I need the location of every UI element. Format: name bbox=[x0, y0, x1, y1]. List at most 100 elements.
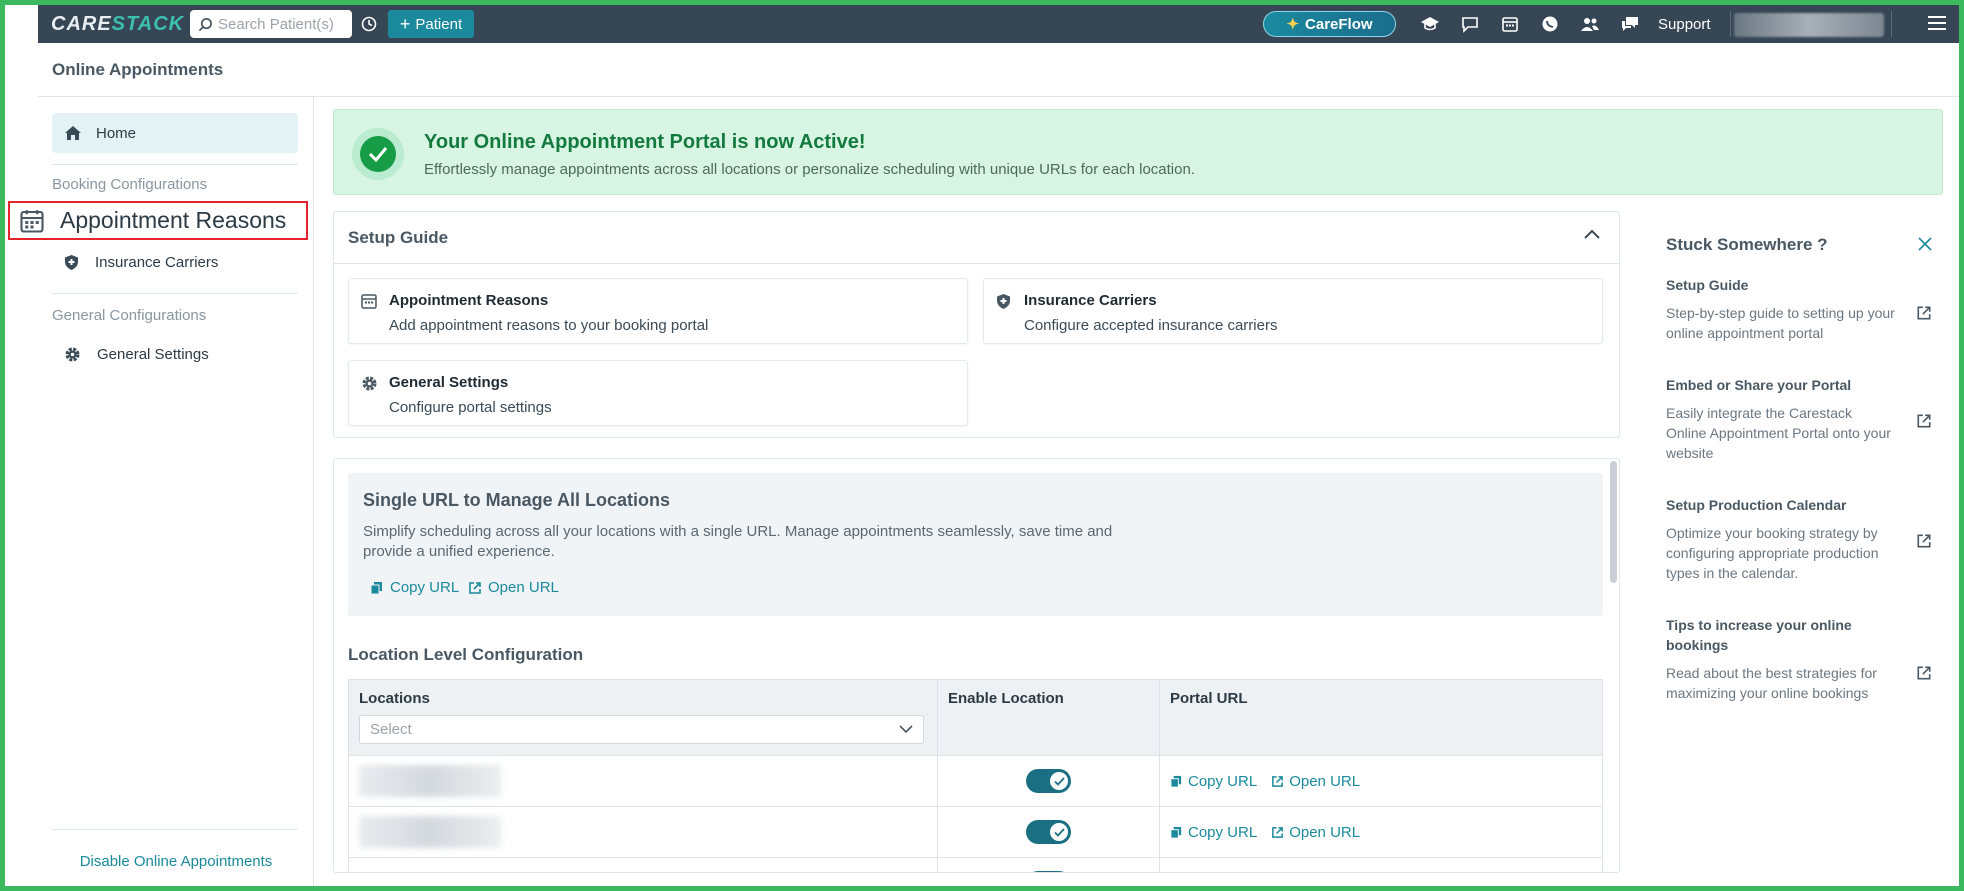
card-description: Add appointment reasons to your booking … bbox=[389, 317, 709, 334]
help-item-title: Setup Guide bbox=[1666, 277, 1749, 293]
copy-icon bbox=[1170, 826, 1182, 839]
recent-history-icon[interactable] bbox=[358, 13, 380, 35]
external-link-icon[interactable] bbox=[1916, 665, 1932, 681]
setup-card-appointment-reasons[interactable]: Appointment Reasons Add appointment reas… bbox=[348, 278, 968, 344]
magic-wand-icon: ✦ bbox=[1286, 16, 1300, 33]
graduation-cap-icon[interactable] bbox=[1410, 5, 1450, 43]
single-url-title: Single URL to Manage All Locations bbox=[363, 490, 671, 510]
top-navigation-bar: CARESTACK Search Patient(s) + Patient ✦ … bbox=[38, 5, 1959, 43]
careflow-button[interactable]: ✦ CareFlow bbox=[1263, 11, 1396, 37]
setup-card-general-settings[interactable]: General Settings Configure portal settin… bbox=[348, 360, 968, 426]
enable-location-cell bbox=[937, 755, 1160, 807]
search-icon bbox=[198, 17, 212, 31]
section-general-configurations: General Configurations bbox=[52, 307, 207, 324]
card-description: Configure portal settings bbox=[389, 399, 552, 416]
setup-guide-panel: Setup Guide Appointment Reasons Add appo… bbox=[333, 211, 1620, 438]
single-url-description: Simplify scheduling across all your loca… bbox=[363, 523, 1113, 560]
external-link-icon bbox=[1272, 826, 1284, 838]
messages-icon[interactable] bbox=[1610, 5, 1650, 43]
shield-icon bbox=[997, 294, 1010, 309]
scrollbar-thumb[interactable] bbox=[1610, 461, 1617, 583]
sidebar-item-home[interactable]: Home bbox=[52, 113, 298, 153]
whatsapp-icon[interactable] bbox=[1530, 5, 1570, 43]
app-root: CARESTACK Search Patient(s) + Patient ✦ … bbox=[38, 5, 1959, 886]
help-item-setup-guide[interactable]: Setup Guide Step-by-step guide to settin… bbox=[1666, 275, 1946, 343]
divider bbox=[52, 164, 298, 165]
panel-scrollbar[interactable] bbox=[1609, 459, 1618, 872]
search-placeholder: Search Patient(s) bbox=[218, 15, 334, 33]
topbar-right-actions: Support bbox=[1410, 5, 1728, 43]
external-link-icon[interactable] bbox=[1916, 305, 1932, 321]
topbar-divider bbox=[1891, 11, 1892, 37]
page-title: Online Appointments bbox=[38, 43, 1959, 97]
enable-location-cell bbox=[937, 857, 1160, 872]
users-icon[interactable] bbox=[1570, 5, 1610, 43]
chevron-down-icon bbox=[899, 725, 913, 734]
location-name-cell bbox=[348, 755, 938, 807]
column-header-enable-location: Enable Location bbox=[937, 679, 1160, 756]
location-select-dropdown[interactable]: Select bbox=[359, 715, 924, 744]
help-item-embed-share[interactable]: Embed or Share your Portal Easily integr… bbox=[1666, 375, 1946, 463]
card-title: Appointment Reasons bbox=[389, 292, 549, 309]
banner-subtitle: Effortlessly manage appointments across … bbox=[424, 161, 1195, 178]
help-panel: Stuck Somewhere ? Setup Guide Step-by-st… bbox=[1666, 211, 1946, 731]
card-description: Configure accepted insurance carriers bbox=[1024, 317, 1278, 334]
enable-location-toggle[interactable] bbox=[1026, 769, 1071, 793]
enable-location-toggle[interactable] bbox=[1026, 871, 1071, 872]
chevron-up-icon[interactable] bbox=[1583, 228, 1601, 240]
calendar-icon[interactable] bbox=[1490, 5, 1530, 43]
help-item-tips-bookings[interactable]: Tips to increase your online bookings Re… bbox=[1666, 615, 1946, 703]
help-item-title: Setup Production Calendar bbox=[1666, 497, 1847, 513]
enable-location-cell bbox=[937, 806, 1160, 858]
copy-url-button[interactable]: Copy URL bbox=[370, 579, 459, 596]
patient-search-input[interactable]: Search Patient(s) bbox=[190, 10, 352, 38]
open-url-button[interactable]: Open URL bbox=[1271, 773, 1360, 790]
close-icon[interactable] bbox=[1918, 237, 1932, 251]
portal-url-cell bbox=[1159, 857, 1603, 872]
portal-active-banner: Your Online Appointment Portal is now Ac… bbox=[333, 109, 1943, 195]
topbar-divider bbox=[1730, 11, 1731, 37]
add-patient-button[interactable]: + Patient bbox=[388, 10, 474, 38]
external-link-icon[interactable] bbox=[1916, 413, 1932, 429]
disable-online-appointments-link[interactable]: Disable Online Appointments bbox=[38, 853, 314, 870]
help-item-title: Tips to increase your online bookings bbox=[1666, 617, 1852, 653]
divider bbox=[52, 293, 298, 294]
sidebar-item-general-settings[interactable]: General Settings bbox=[64, 346, 209, 363]
support-link[interactable]: Support bbox=[1658, 16, 1728, 33]
redacted-location-name bbox=[359, 816, 501, 848]
sidebar-item-appointment-reasons[interactable]: Appointment Reasons bbox=[8, 201, 308, 240]
help-item-description: Optimize your booking strategy by config… bbox=[1666, 525, 1879, 581]
card-title: General Settings bbox=[389, 374, 509, 391]
copy-icon bbox=[1170, 775, 1182, 788]
single-url-section: Single URL to Manage All Locations Simpl… bbox=[348, 473, 1603, 616]
external-link-icon[interactable] bbox=[1916, 533, 1932, 549]
open-url-button[interactable]: Open URL bbox=[468, 579, 559, 596]
check-icon bbox=[1053, 776, 1065, 786]
help-item-description: Step-by-step guide to setting up your on… bbox=[1666, 305, 1895, 341]
hamburger-menu-icon[interactable] bbox=[1928, 15, 1946, 36]
sidebar-item-insurance-carriers[interactable]: Insurance Carriers bbox=[64, 254, 218, 271]
shield-icon bbox=[65, 255, 78, 270]
table-row bbox=[348, 857, 1603, 872]
user-account-menu[interactable] bbox=[1734, 13, 1884, 37]
check-icon bbox=[1053, 827, 1065, 837]
help-item-production-calendar[interactable]: Setup Production Calendar Optimize your … bbox=[1666, 495, 1946, 583]
help-item-title: Embed or Share your Portal bbox=[1666, 377, 1852, 393]
help-item-description: Easily integrate the Carestack Online Ap… bbox=[1666, 405, 1891, 461]
home-icon bbox=[65, 126, 81, 140]
open-url-button[interactable]: Open URL bbox=[1271, 824, 1360, 841]
external-link-icon bbox=[469, 581, 481, 594]
setup-card-insurance-carriers[interactable]: Insurance Carriers Configure accepted in… bbox=[983, 278, 1603, 344]
chat-feedback-icon[interactable] bbox=[1450, 5, 1490, 43]
carestack-logo[interactable]: CARESTACK bbox=[51, 13, 186, 36]
copy-url-button[interactable]: Copy URL bbox=[1170, 824, 1257, 841]
help-panel-title: Stuck Somewhere ? bbox=[1666, 235, 1828, 254]
url-configuration-panel: Single URL to Manage All Locations Simpl… bbox=[333, 458, 1620, 873]
plus-icon: + bbox=[399, 14, 411, 34]
column-header-locations: Locations Select bbox=[348, 679, 938, 756]
copy-url-button[interactable]: Copy URL bbox=[1170, 773, 1257, 790]
external-link-icon bbox=[1272, 775, 1284, 787]
enable-location-toggle[interactable] bbox=[1026, 820, 1071, 844]
copy-icon bbox=[370, 581, 382, 594]
setup-guide-header[interactable]: Setup Guide bbox=[334, 212, 1619, 264]
